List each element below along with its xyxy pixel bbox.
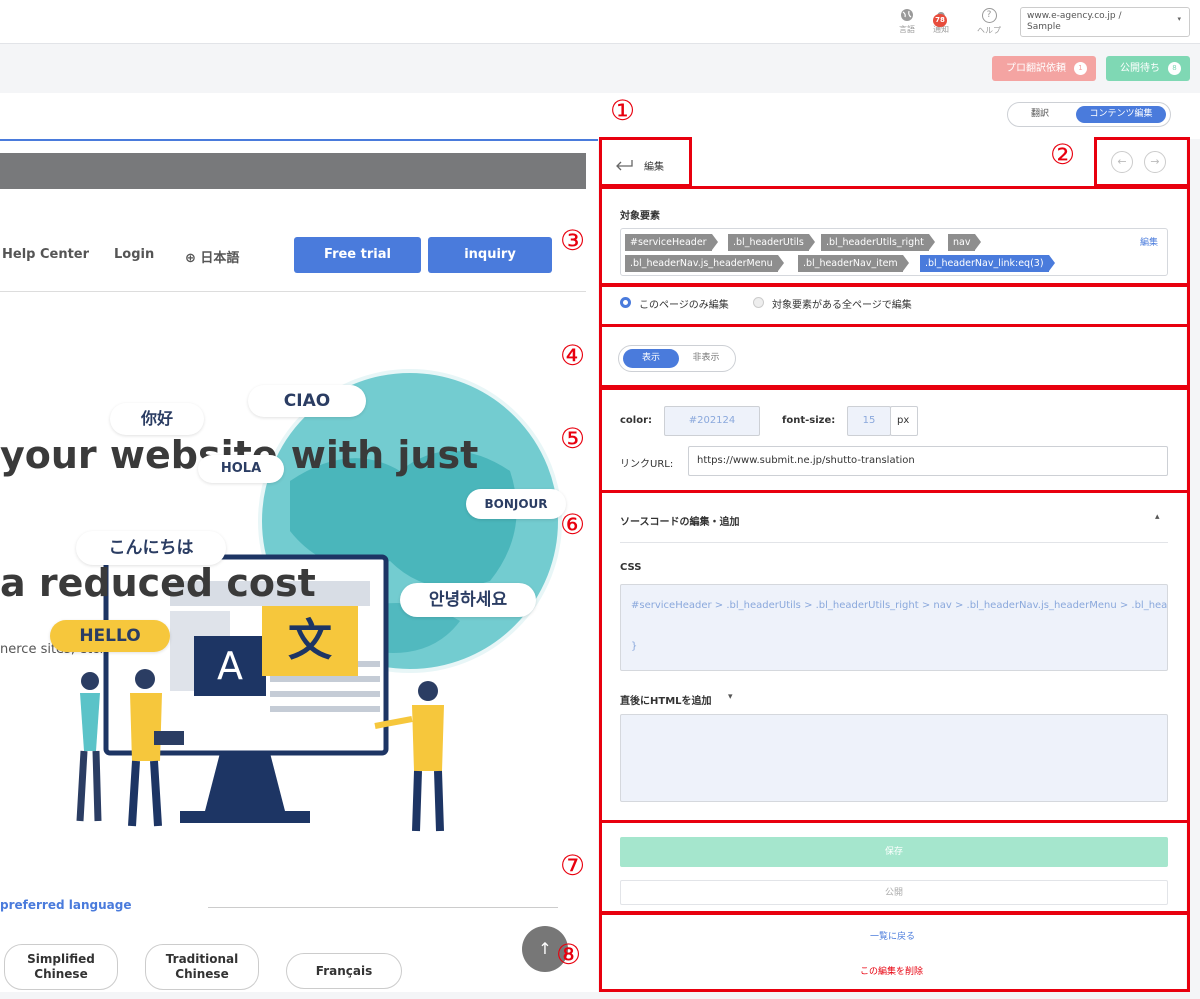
annotation-number-3: ③ [560,224,586,257]
people-illustration [76,669,444,832]
scope-this-page-label: このページのみ編集 [639,300,729,311]
show-option[interactable]: 表示 [623,349,679,368]
target-element-label: 対象要素 [620,211,660,222]
free-trial-button[interactable]: Free trial [294,237,421,273]
pending-publish-label: 公開待ち [1120,63,1160,74]
bubble-hola: HOLA [198,455,284,483]
help-menu[interactable]: ? ヘルプ [974,8,1004,36]
css-code-line: #serviceHeader > .bl_headerUtils > .bl_h… [631,600,1168,611]
annotation-box-2 [1094,137,1190,187]
bubble-bonjour: BONJOUR [466,489,566,519]
inquiry-button[interactable]: inquiry [428,237,552,273]
scope-all-pages-radio[interactable] [753,297,764,308]
top-bar: 言語 78 通知 ? ヘルプ www.e-agency.co.jp / Samp… [0,0,1200,44]
annotation-number-7: ⑦ [560,849,586,882]
selector-crumb-selected[interactable]: .bl_headerNav_link:eq(3) [920,255,1055,272]
notification-count-badge: 78 [933,14,947,27]
mode-translate-tab[interactable]: 翻訳 [1014,106,1066,123]
edit-panel-title: 編集 [644,162,664,173]
hero-headline-line2: a reduced cost [0,561,316,605]
html-after-label: 直後にHTMLを追加 [620,696,712,707]
header-divider [0,291,586,292]
bubble-ciao: CIAO [248,385,366,417]
annotation-number-1: ① [610,94,636,127]
selector-edit-link[interactable]: 編集 [1140,235,1158,248]
site-preview: Help Center Login ⊕ 日本語 Free trial inqui… [0,139,598,992]
selector-crumb[interactable]: .bl_headerUtils_right [821,234,935,251]
source-divider [620,542,1168,543]
css-textarea[interactable]: #serviceHeader > .bl_headerUtils > .bl_h… [620,584,1168,671]
scope-this-page-radio[interactable] [620,297,631,308]
help-label: ヘルプ [977,26,1001,35]
selector-crumb[interactable]: .bl_headerNav_item [798,255,909,272]
delete-edit-link[interactable]: この編集を削除 [860,964,923,977]
notifications-menu[interactable]: 78 通知 [926,8,956,35]
globe-icon [901,9,913,21]
selector-crumb[interactable]: .bl_headerNav.js_headerMenu [625,255,784,272]
back-to-list-link[interactable]: 一覧に戻る [870,929,915,942]
preview-grey-header [0,153,586,189]
chevron-down-icon[interactable]: ▾ [728,692,733,702]
publish-button[interactable]: 公開 [620,880,1168,905]
preferred-language-heading: preferred language [0,898,132,912]
lang-option-francais[interactable]: Français [286,953,402,989]
pro-translation-count: 1 [1074,62,1087,75]
source-code-heading: ソースコードの編集・追加 [620,517,740,528]
font-size-label: font-size: [782,415,836,426]
nav-language[interactable]: ⊕ 日本語 [185,247,239,266]
annotation-number-2: ② [1050,138,1076,171]
lang-option-traditional-chinese[interactable]: Traditional Chinese [145,944,259,990]
link-url-label: リンクURL: [620,459,674,470]
selector-crumb[interactable]: .bl_headerUtils [728,234,815,251]
collapse-caret-icon[interactable]: ▴ [1155,512,1160,522]
pending-publish-button[interactable]: 公開待ち 8 [1106,56,1190,81]
html-after-textarea[interactable] [620,714,1168,802]
bubble-nihao: 你好 [110,403,204,435]
language-label: 言語 [899,25,915,34]
preferred-language-divider [208,907,558,908]
font-unit: px [890,406,918,436]
bubble-konnichiwa: こんにちは [76,531,226,565]
mode-toggle: 翻訳 コンテンツ編集 [1007,102,1171,127]
help-icon: ? [981,8,997,23]
pro-translation-request-button[interactable]: プロ翻訳依頼 1 [992,56,1096,81]
visibility-toggle: 表示 非表示 [618,345,736,372]
nav-login[interactable]: Login [114,247,154,262]
annotation-number-4: ④ [560,339,586,372]
next-element-button[interactable]: → [1144,151,1166,173]
site-domain: www.e-agency.co.jp / [1027,11,1122,21]
site-selector[interactable]: www.e-agency.co.jp / Sample ▾ [1020,7,1190,37]
save-button[interactable]: 保存 [620,837,1168,867]
css-label: CSS [620,562,642,573]
chevron-down-icon: ▾ [1177,15,1181,23]
annotation-box-5 [599,387,1190,493]
annotation-number-5: ⑤ [560,422,586,455]
annotation-box-8 [599,912,1190,992]
return-icon [616,160,633,171]
selector-crumb[interactable]: nav [948,234,983,251]
language-menu[interactable]: 言語 [892,8,922,35]
scope-all-pages-label: 対象要素がある全ページで編集 [772,300,912,311]
selector-crumb[interactable]: #serviceHeader [625,234,718,251]
hide-option[interactable]: 非表示 [681,349,731,368]
lang-option-simplified-chinese[interactable]: Simplified Chinese [4,944,118,990]
color-field[interactable]: #202124 [664,406,760,436]
annotation-number-6: ⑥ [560,508,586,541]
mode-content-edit-tab[interactable]: コンテンツ編集 [1076,106,1166,123]
pro-translation-label: プロ翻訳依頼 [1006,63,1066,74]
pending-publish-count: 8 [1168,62,1181,75]
nav-help-center[interactable]: Help Center [2,247,89,262]
link-url-field[interactable]: https://www.submit.ne.jp/shutto-translat… [688,446,1168,476]
color-label: color: [620,415,653,426]
previous-element-button[interactable]: ← [1111,151,1133,173]
site-project: Sample [1027,22,1061,32]
css-code-line: } [631,641,638,652]
annotation-number-8: ⑧ [556,938,582,971]
font-size-field[interactable]: 15 [847,406,891,436]
bubble-annyeong: 안녕하세요 [400,583,536,617]
